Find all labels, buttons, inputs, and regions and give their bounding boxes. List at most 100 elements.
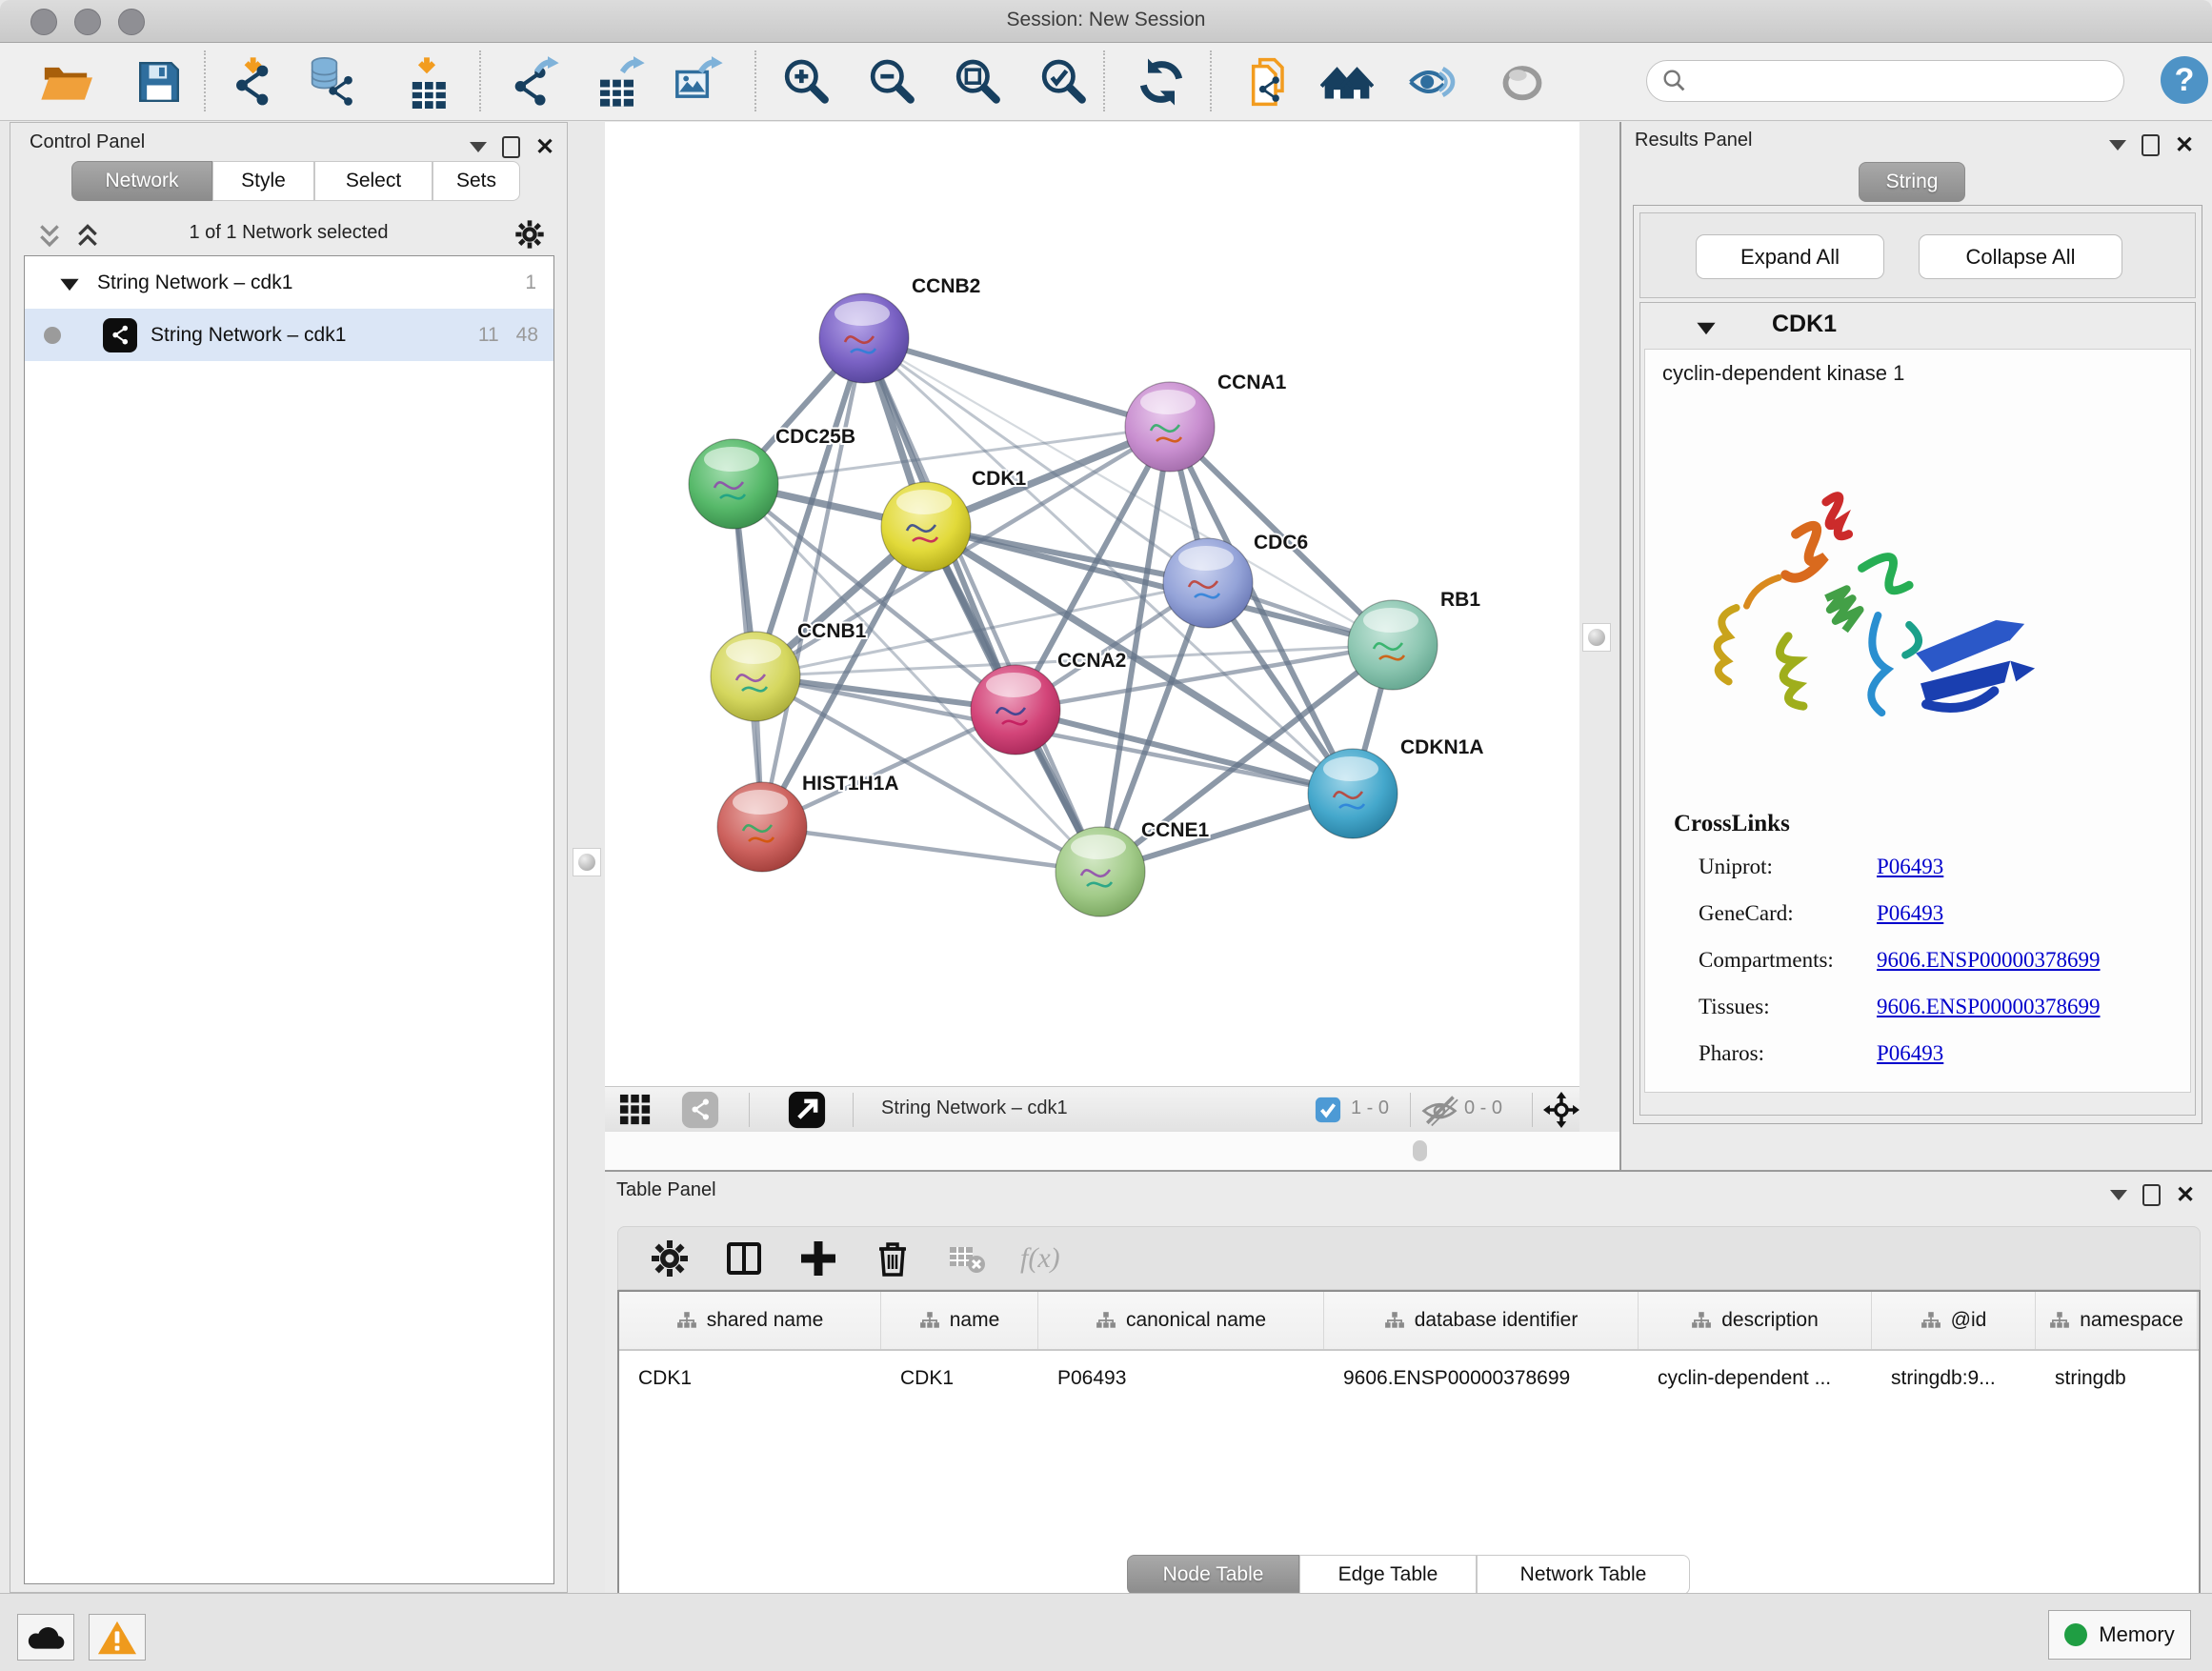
warnings-button[interactable] (89, 1614, 146, 1661)
zoom-in-icon[interactable] (779, 55, 833, 109)
column-header-description[interactable]: description (1639, 1292, 1872, 1349)
column-header-@id[interactable]: @id (1872, 1292, 2036, 1349)
column-header-shared-name[interactable]: shared name (619, 1292, 881, 1349)
float-panel-icon[interactable] (502, 136, 520, 158)
crosslink-link[interactable]: 9606.ENSP00000378699 (1877, 948, 2101, 973)
left-splitter-handle[interactable] (573, 848, 601, 876)
table-cell[interactable]: 9606.ENSP00000378699 (1324, 1351, 1639, 1406)
table-cell[interactable]: stringdb (2036, 1351, 2198, 1406)
column-header-canonical-name[interactable]: canonical name (1038, 1292, 1324, 1349)
network-selection-status: 1 of 1 Network selected (10, 222, 567, 244)
column-header-namespace[interactable]: namespace (2036, 1292, 2198, 1349)
network-collection-row[interactable]: String Network – cdk1 1 (25, 256, 553, 309)
center-view-crosshair-icon[interactable] (1543, 1092, 1579, 1128)
tab-edge-table[interactable]: Edge Table (1299, 1555, 1477, 1595)
column-header-database-identifier[interactable]: database identifier (1324, 1292, 1639, 1349)
memory-button[interactable]: Memory (2048, 1610, 2191, 1660)
new-network-from-selection-icon[interactable] (1242, 55, 1296, 109)
network-node-CDK1[interactable]: CDK1 (881, 468, 1026, 572)
collapse-all-button[interactable]: Collapse All (1919, 234, 2122, 279)
string-houses-icon[interactable] (1320, 55, 1374, 109)
birds-eye-grid-icon[interactable] (619, 1094, 652, 1126)
right-splitter-handle[interactable] (1582, 623, 1611, 652)
tab-sets[interactable]: Sets (432, 161, 520, 201)
collapse-panel-icon[interactable] (470, 142, 487, 152)
delete-column-icon[interactable] (872, 1238, 914, 1279)
network-options-gear-icon[interactable] (513, 218, 546, 251)
tab-string[interactable]: String (1859, 162, 1965, 202)
protein-structure-image (1684, 465, 2043, 760)
float-panel-icon[interactable] (2142, 134, 2160, 156)
string-network-graph[interactable]: CCNB2CCNA1CDC25BCDK1CDC6RB1CCNB1CCNA2CDK… (605, 122, 1579, 1086)
network-node-CCNE1[interactable]: CCNE1 (1056, 819, 1210, 916)
float-panel-icon[interactable] (2142, 1184, 2161, 1206)
zoom-selected-icon[interactable] (1036, 55, 1090, 109)
network-share-icon[interactable] (681, 1091, 719, 1129)
help-button[interactable]: ? (2161, 56, 2208, 104)
import-network-from-database-icon[interactable] (308, 55, 361, 109)
network-node-CDC6[interactable]: CDC6 (1163, 532, 1308, 628)
open-external-icon[interactable] (788, 1091, 826, 1129)
import-table-icon[interactable] (400, 55, 453, 109)
tab-style[interactable]: Style (212, 161, 314, 201)
crosslink-link[interactable]: P06493 (1877, 901, 1943, 926)
close-panel-icon[interactable]: ✕ (535, 138, 554, 157)
collapse-panel-icon[interactable] (2110, 1190, 2127, 1200)
export-image-icon[interactable] (672, 55, 725, 109)
network-edge[interactable] (762, 338, 864, 827)
column-header-name[interactable]: name (881, 1292, 1038, 1349)
left-splitter[interactable] (568, 122, 605, 1593)
show-columns-icon[interactable] (723, 1238, 765, 1279)
network-row-selected[interactable]: String Network – cdk1 11 48 (25, 309, 553, 361)
protein-expand-icon[interactable] (1696, 320, 1717, 335)
selected-checkbox-icon[interactable] (1315, 1097, 1341, 1123)
table-cell[interactable]: stringdb:9... (1872, 1351, 2036, 1406)
crosslink-link[interactable]: P06493 (1877, 1041, 1943, 1066)
save-session-button[interactable] (132, 55, 186, 109)
table-cell[interactable]: P06493 (1038, 1351, 1324, 1406)
table-options-gear-icon[interactable] (649, 1238, 691, 1279)
show-details-eye-icon[interactable] (1406, 55, 1459, 109)
search-box[interactable] (1646, 60, 2124, 102)
table-cell[interactable]: cyclin-dependent ... (1639, 1351, 1872, 1406)
table-header-row: shared namenamecanonical namedatabase id… (619, 1292, 2199, 1351)
network-node-CCNA1[interactable]: CCNA1 (1125, 372, 1287, 472)
collection-expand-icon[interactable] (59, 275, 80, 291)
crosslink-link[interactable]: P06493 (1877, 855, 1943, 879)
collapse-panel-icon[interactable] (2109, 140, 2126, 151)
add-column-icon[interactable] (797, 1238, 839, 1279)
zoom-fit-icon[interactable] (951, 55, 1004, 109)
right-splitter[interactable] (1579, 122, 1619, 1132)
table-body: CDK1CDK1P064939606.ENSP00000378699cyclin… (619, 1351, 2199, 1406)
crosslink-row: Uniprot:P06493 (1699, 855, 2175, 879)
crosslink-link[interactable]: 9606.ENSP00000378699 (1877, 995, 2101, 1019)
table-row[interactable]: CDK1CDK1P064939606.ENSP00000378699cyclin… (619, 1351, 2199, 1406)
search-input[interactable] (1689, 70, 2123, 93)
export-table-icon[interactable] (593, 55, 647, 109)
hidden-eye-icon[interactable] (1420, 1093, 1458, 1127)
table-cell[interactable]: CDK1 (619, 1351, 881, 1406)
tab-network[interactable]: Network (71, 161, 212, 201)
refresh-view-icon[interactable] (1135, 55, 1188, 109)
tab-network-table[interactable]: Network Table (1477, 1555, 1690, 1595)
import-network-icon[interactable] (229, 55, 282, 109)
network-edge[interactable] (864, 338, 1100, 872)
network-edge[interactable] (762, 827, 1100, 872)
tab-select[interactable]: Select (314, 161, 432, 201)
table-panel-title: Table Panel (616, 1179, 716, 1201)
close-panel-icon[interactable]: ✕ (2176, 1186, 2195, 1205)
tab-node-table[interactable]: Node Table (1127, 1555, 1299, 1595)
zoom-out-icon[interactable] (865, 55, 918, 109)
cloud-button[interactable] (17, 1614, 74, 1661)
results-panel-title: Results Panel (1635, 130, 1752, 151)
network-view-canvas[interactable]: CCNB2CCNA1CDC25BCDK1CDC6RB1CCNB1CCNA2CDK… (605, 122, 1579, 1086)
expand-all-button[interactable]: Expand All (1696, 234, 1884, 279)
network-node-RB1[interactable]: RB1 (1348, 589, 1480, 690)
close-panel-icon[interactable]: ✕ (2175, 136, 2194, 155)
export-network-icon[interactable] (508, 55, 561, 109)
open-session-button[interactable] (39, 55, 92, 109)
horizontal-splitter-handle[interactable] (1413, 1140, 1427, 1161)
network-node-HIST1H1A[interactable]: HIST1H1A (717, 773, 899, 872)
highlight-eye-icon[interactable] (1496, 55, 1549, 109)
table-cell[interactable]: CDK1 (881, 1351, 1038, 1406)
